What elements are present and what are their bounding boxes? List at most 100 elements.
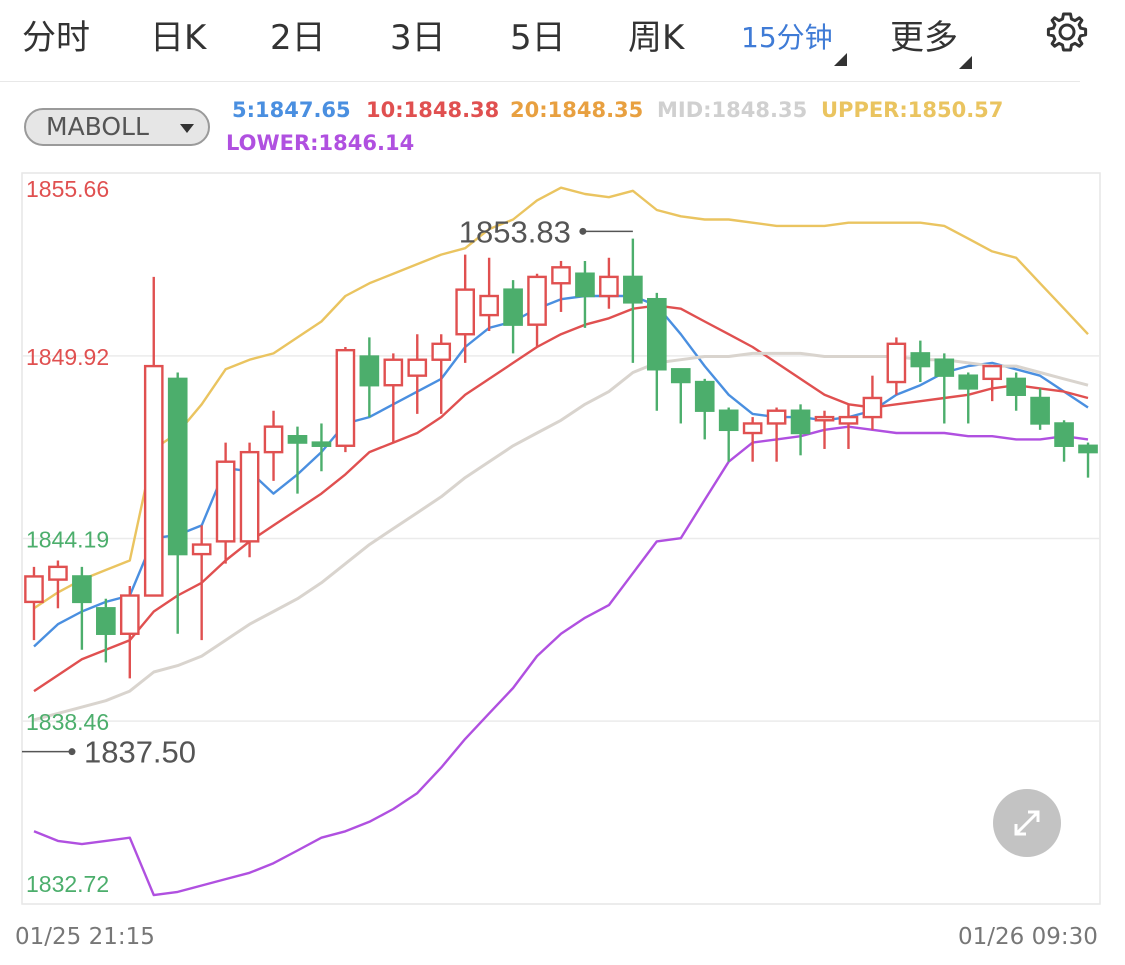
candle-body (599, 275, 619, 298)
candle (383, 353, 404, 443)
candle-body (551, 266, 571, 285)
tab-2day-label: 2日 (270, 18, 326, 58)
candle (1030, 388, 1050, 430)
candle-body (239, 450, 260, 543)
candle (790, 404, 811, 456)
candle-body (790, 409, 811, 435)
candle (479, 257, 499, 332)
candle-body (431, 342, 452, 361)
candle-body (1054, 422, 1074, 447)
expand-button[interactable] (993, 789, 1061, 857)
candle-body (48, 565, 68, 581)
tab-more-label: 更多 (890, 18, 958, 58)
series-line-mid (33, 351, 1089, 722)
candle (527, 273, 547, 347)
candle-body (694, 380, 715, 412)
candle-body (1006, 377, 1026, 396)
candle (455, 254, 476, 363)
legend-ma5: 5:1847.65 (232, 98, 351, 122)
menu-corner-icon (833, 53, 847, 66)
candle-body (455, 288, 476, 336)
candle (287, 426, 308, 494)
candle-body (646, 297, 667, 371)
y-tick-label: 1849.92 (26, 344, 109, 370)
candle (886, 337, 907, 395)
candle-body (1030, 396, 1050, 425)
indicator-select-label: MABOLL (46, 112, 149, 141)
tab-more[interactable]: 更多 (890, 10, 972, 69)
tab-15min[interactable]: 15分钟 (741, 16, 847, 66)
y-tick-label: 1838.46 (26, 709, 109, 735)
candle (191, 525, 212, 641)
candle (623, 238, 643, 363)
candle (311, 423, 332, 472)
caret-down-icon (180, 124, 194, 133)
tab-15min-label: 15分钟 (741, 21, 833, 54)
candle-body (311, 441, 332, 447)
candle (694, 378, 715, 440)
candle-body (958, 374, 979, 390)
candle-body (287, 435, 308, 444)
candle-body (96, 607, 116, 635)
tab-2day[interactable]: 2日 (270, 10, 326, 59)
candle (119, 585, 140, 679)
candle-body (24, 575, 44, 604)
candle-body (72, 575, 92, 604)
tab-daily-k[interactable]: 日K (150, 10, 206, 59)
series-line-5 (33, 294, 1089, 648)
candle-body (335, 348, 356, 447)
candle (646, 292, 667, 411)
candlestick-chart[interactable]: 1855.66 1849.92 1844.19 1838.46 1832.72 1853… (0, 150, 1125, 920)
min-value-label: 1837.50 (84, 735, 196, 770)
menu-corner-icon (959, 56, 972, 69)
legend-ma20: 20:1848.35 (510, 98, 644, 122)
expand-arrows-icon (1014, 810, 1040, 836)
candle (263, 410, 284, 481)
candle (575, 260, 595, 328)
tab-3day-label: 3日 (390, 18, 446, 58)
candle-body (191, 543, 212, 556)
legend-mid: MID:1848.35 (657, 98, 808, 122)
candle-body (934, 358, 955, 377)
candle-body (215, 460, 236, 543)
tab-weekly-k[interactable]: 周K (628, 10, 684, 59)
period-tab-bar: 分时 日K 2日 3日 5日 周K 15分钟 更多 (0, 0, 1125, 82)
candle-body (119, 594, 140, 635)
tab-daily-k-label: 日K (150, 18, 207, 58)
candle (167, 372, 188, 634)
candle (239, 442, 260, 558)
candle-body (718, 409, 739, 432)
candle-body (575, 272, 595, 298)
max-value-label: 1853.83 (459, 214, 571, 249)
legend-ma10: 10:1848.38 (366, 98, 500, 122)
candle-body (910, 352, 931, 368)
candle (718, 407, 739, 462)
candle (742, 417, 763, 462)
tab-fenshi[interactable]: 分时 (22, 10, 90, 59)
y-tick-label: 1855.66 (26, 176, 109, 202)
tab-5day[interactable]: 5日 (510, 10, 566, 59)
candle (1078, 442, 1098, 478)
tab-fenshi-label: 分时 (22, 18, 90, 58)
candle-body (1078, 444, 1098, 454)
candle-body (479, 294, 499, 317)
candle-body (862, 396, 883, 419)
candle-body (766, 409, 787, 425)
candle (143, 276, 164, 597)
max-marker-dot (579, 227, 587, 235)
tab-3day[interactable]: 3日 (390, 10, 446, 59)
candle-body (143, 364, 164, 597)
candle-body (503, 288, 523, 326)
candle (670, 368, 691, 424)
indicator-select[interactable]: MABOLL (24, 108, 210, 146)
candle-body (886, 342, 907, 384)
gear-icon[interactable] (1043, 8, 1091, 56)
candle-body (982, 364, 1003, 381)
candle (503, 280, 523, 354)
candle (766, 407, 787, 462)
candle-body (814, 415, 835, 422)
candle-body (670, 368, 691, 384)
candle-body (263, 425, 284, 454)
candle (910, 340, 931, 383)
candle-body (623, 275, 643, 304)
